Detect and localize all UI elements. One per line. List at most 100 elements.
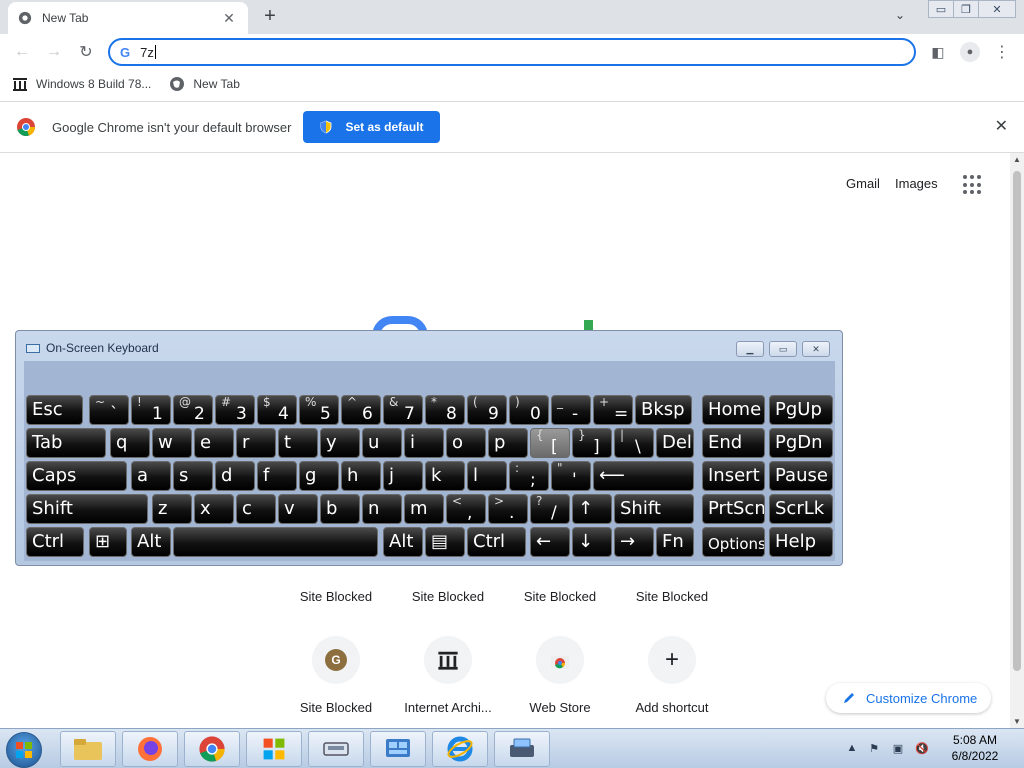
osk-title-bar[interactable]: On-Screen Keyboard <box>26 341 159 355</box>
taskbar-windows-app[interactable] <box>246 731 302 767</box>
tab-search-icon[interactable]: ⌄ <box>895 8 905 22</box>
osk-key[interactable]: Shift <box>26 494 148 524</box>
volume-muted-icon[interactable]: 🔇 <box>915 741 929 755</box>
restore-button[interactable]: ❐ <box>953 0 979 18</box>
osk-key[interactable]: PrtScn <box>702 494 765 524</box>
osk-key[interactable]: Esc <box>26 395 83 425</box>
osk-key[interactable]: Help <box>769 527 833 557</box>
osk-key[interactable]: Fn <box>656 527 694 557</box>
menu-icon[interactable]: ⋮ <box>992 42 1012 62</box>
osk-key[interactable]: ← <box>530 527 570 557</box>
shortcut-tile[interactable]: Site Blocked <box>616 589 728 604</box>
osk-key[interactable]: Caps <box>26 461 127 491</box>
osk-key[interactable]: o <box>446 428 486 458</box>
minimize-button[interactable]: ▭ <box>928 0 954 18</box>
taskbar-app[interactable] <box>308 731 364 767</box>
shortcut-tile[interactable]: Web Store <box>504 636 616 715</box>
osk-key[interactable]: g <box>299 461 339 491</box>
osk-key[interactable]: ScrLk <box>769 494 833 524</box>
osk-key[interactable]: " ' <box>551 461 591 491</box>
osk-key[interactable]: n <box>362 494 402 524</box>
taskbar-control-panel[interactable] <box>370 731 426 767</box>
bookmark-windows-8[interactable]: Windows 8 Build 78... <box>12 76 151 92</box>
osk-key[interactable]: {[ <box>530 428 570 458</box>
osk-key[interactable]: Ctrl <box>467 527 526 557</box>
osk-key[interactable]: x <box>194 494 234 524</box>
taskbar-osk[interactable] <box>494 731 550 767</box>
side-panel-icon[interactable]: ◧ <box>928 42 948 62</box>
bookmark-new-tab[interactable]: New Tab <box>169 76 240 92</box>
osk-key[interactable]: Tab <box>26 428 106 458</box>
osk-key[interactable]: Ctrl <box>26 527 84 557</box>
osk-key[interactable]: #3 <box>215 395 255 425</box>
osk-key[interactable]: y <box>320 428 360 458</box>
osk-key[interactable]: ↑ <box>572 494 612 524</box>
reload-button[interactable]: ↻ <box>74 40 98 64</box>
osk-key[interactable]: Insert <box>702 461 765 491</box>
osk-key[interactable]: End <box>702 428 765 458</box>
taskbar-explorer[interactable] <box>60 731 116 767</box>
set-as-default-button[interactable]: Set as default <box>303 111 440 143</box>
osk-close-button[interactable]: ✕ <box>802 341 830 357</box>
osk-key[interactable]: Options <box>702 527 765 557</box>
osk-key[interactable]: ? / <box>530 494 570 524</box>
taskbar-internet-explorer[interactable] <box>432 731 488 767</box>
osk-key[interactable]: r <box>236 428 276 458</box>
customize-chrome-button[interactable]: Customize Chrome <box>826 683 991 713</box>
taskbar-chrome[interactable] <box>184 731 240 767</box>
new-tab-button[interactable]: + <box>258 6 282 28</box>
infobar-close-icon[interactable]: ✕ <box>995 116 1008 136</box>
scrollbar-thumb[interactable] <box>1013 171 1021 671</box>
osk-key[interactable]: z <box>152 494 192 524</box>
close-window-button[interactable]: ✕ <box>978 0 1016 18</box>
osk-key[interactable]: l <box>467 461 507 491</box>
osk-key[interactable]: t <box>278 428 318 458</box>
osk-key[interactable]: w <box>152 428 192 458</box>
shortcut-tile[interactable]: G Site Blocked <box>280 636 392 715</box>
osk-key[interactable]: PgUp <box>769 395 833 425</box>
osk-key[interactable]: k <box>425 461 465 491</box>
osk-key[interactable]: ! 1 <box>131 395 171 425</box>
osk-key[interactable]: s <box>173 461 213 491</box>
osk-key[interactable]: * 8 <box>425 395 465 425</box>
page-scrollbar[interactable]: ▲ ▼ <box>1010 153 1024 728</box>
start-button[interactable] <box>6 732 42 768</box>
osk-key[interactable]: + = <box>593 395 633 425</box>
osk-maximize-button[interactable]: ▭ <box>769 341 797 357</box>
osk-key[interactable]: q <box>110 428 150 458</box>
action-center-flag-icon[interactable]: ⚑ <box>867 741 881 755</box>
osk-key[interactable]: ⊞ <box>89 527 127 557</box>
osk-key[interactable]: v <box>278 494 318 524</box>
osk-key[interactable]: d <box>215 461 255 491</box>
osk-key[interactable]: i <box>404 428 444 458</box>
back-button[interactable]: ← <box>10 40 34 64</box>
osk-key[interactable]: (9 <box>467 395 507 425</box>
osk-key[interactable]: }] <box>572 428 612 458</box>
osk-key[interactable]: u <box>362 428 402 458</box>
tab-new-tab[interactable]: New Tab ✕ <box>8 2 248 34</box>
osk-key[interactable]: ▤ <box>425 527 465 557</box>
osk-key[interactable]: ^ 6 <box>341 395 381 425</box>
add-shortcut-button[interactable]: + Add shortcut <box>616 636 728 715</box>
shortcut-tile[interactable]: Site Blocked <box>392 589 504 604</box>
osk-key[interactable]: Pause <box>769 461 833 491</box>
osk-key[interactable]: Alt <box>131 527 171 557</box>
scroll-up-icon[interactable]: ▲ <box>1010 155 1024 164</box>
osk-key[interactable]: PgDn <box>769 428 833 458</box>
osk-key[interactable]: :; <box>509 461 549 491</box>
osk-key[interactable]: <, <box>446 494 486 524</box>
address-bar[interactable]: G 7z <box>108 38 916 66</box>
shortcut-tile[interactable]: Site Blocked <box>504 589 616 604</box>
osk-key[interactable]: → <box>614 527 654 557</box>
osk-key[interactable]: @2 <box>173 395 213 425</box>
google-apps-icon[interactable] <box>963 175 983 195</box>
gmail-link[interactable]: Gmail <box>846 176 880 191</box>
osk-key[interactable]: _ - <box>551 395 591 425</box>
osk-key[interactable]: f <box>257 461 297 491</box>
osk-key[interactable]: % 5 <box>299 395 339 425</box>
images-link[interactable]: Images <box>895 176 938 191</box>
osk-key[interactable]: ) 0 <box>509 395 549 425</box>
osk-key[interactable]: c <box>236 494 276 524</box>
osk-key[interactable]: $4 <box>257 395 297 425</box>
osk-key[interactable]: ~ ` <box>89 395 129 425</box>
